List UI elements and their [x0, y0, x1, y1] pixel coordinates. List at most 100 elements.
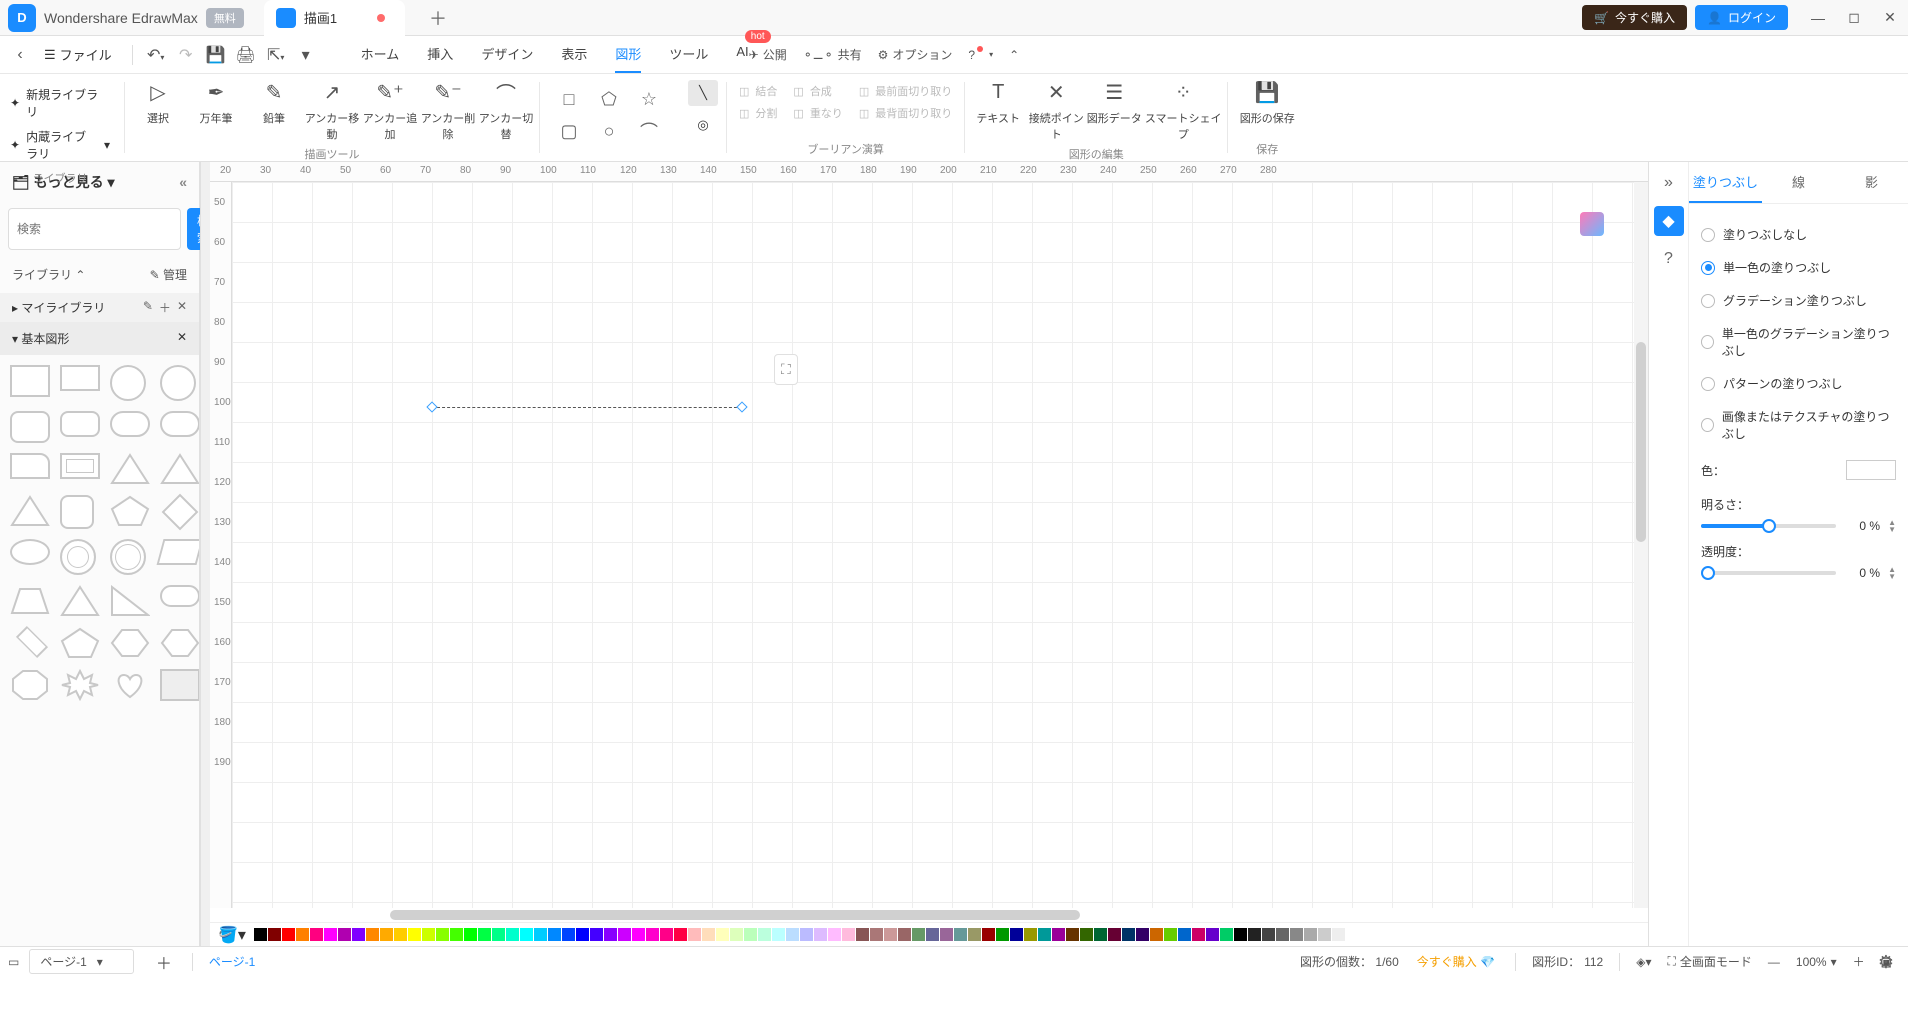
buy-link[interactable]: 今すぐ購入 💎 — [1417, 953, 1495, 970]
canvas-horizontal-scrollbar[interactable] — [210, 908, 1648, 922]
color-swatch[interactable] — [702, 928, 715, 941]
color-swatch[interactable] — [1178, 928, 1191, 941]
line-tab[interactable]: 線 — [1762, 162, 1835, 203]
color-swatch[interactable] — [422, 928, 435, 941]
shape-roundsquare-icon[interactable]: ▢ — [554, 118, 584, 144]
zoom-in-button[interactable]: ＋ — [1853, 953, 1865, 970]
color-swatch[interactable] — [632, 928, 645, 941]
settings-gear-icon[interactable]: ⚙ — [1878, 952, 1894, 973]
zoom-value[interactable]: 100%▾ — [1796, 955, 1837, 969]
canvas-vertical-scrollbar[interactable] — [1634, 182, 1648, 908]
palette-rrect2[interactable] — [60, 411, 100, 437]
buy-now-button[interactable]: 🛒 今すぐ購入 — [1582, 5, 1687, 30]
layers-button[interactable]: ◈▾ — [1636, 955, 1651, 969]
color-swatch[interactable] — [450, 928, 463, 941]
color-swatch[interactable] — [884, 928, 897, 941]
floating-toolbar[interactable]: ⛶ — [774, 354, 798, 385]
tool-pencil[interactable]: ✎鉛筆 — [245, 80, 303, 126]
dropdown-more-icon[interactable]: ▾ — [291, 45, 321, 65]
color-swatch[interactable] — [828, 928, 841, 941]
color-swatch[interactable] — [254, 928, 267, 941]
palette-burst[interactable] — [60, 669, 100, 701]
color-swatch[interactable] — [548, 928, 561, 941]
color-swatch[interactable] — [520, 928, 533, 941]
brightness-slider[interactable] — [1701, 524, 1836, 528]
color-swatch[interactable] — [506, 928, 519, 941]
shape-arc-icon[interactable]: ⌒ — [634, 118, 664, 144]
shape-star-icon[interactable]: ☆ — [634, 86, 664, 112]
basic-shapes-toggle[interactable]: ▾ 基本図形 — [12, 330, 69, 347]
color-swatch[interactable] — [898, 928, 911, 941]
color-swatch[interactable] — [646, 928, 659, 941]
canvas[interactable]: ⛶ — [232, 182, 1634, 908]
page-tab[interactable]: ページ-1 — [201, 953, 263, 970]
color-swatch[interactable] — [492, 928, 505, 941]
sidebar-scrollbar[interactable] — [200, 162, 210, 946]
palette-frame[interactable] — [60, 453, 100, 479]
redo-button[interactable]: ↷ — [171, 45, 201, 65]
color-swatch[interactable] — [282, 928, 295, 941]
color-swatch[interactable] — [1248, 928, 1261, 941]
color-swatch[interactable] — [842, 928, 855, 941]
shadow-tab[interactable]: 影 — [1835, 162, 1908, 203]
palette-pill2[interactable] — [160, 411, 199, 437]
shape-circle-icon[interactable]: ○ — [594, 118, 624, 144]
color-swatch[interactable] — [1234, 928, 1247, 941]
fill-option-image[interactable]: 画像またはテクスチャの塗りつぶし — [1701, 400, 1896, 450]
line-handle-end[interactable] — [736, 401, 747, 412]
collapse-right-icon[interactable]: » — [1654, 168, 1684, 198]
options-button[interactable]: ⚙ オプション — [878, 46, 953, 63]
color-swatch[interactable] — [1136, 928, 1149, 941]
color-swatch[interactable] — [870, 928, 883, 941]
tool-anchor-toggle[interactable]: ⌒アンカー切替 — [477, 80, 535, 142]
color-swatch[interactable] — [562, 928, 575, 941]
color-swatch[interactable] — [464, 928, 477, 941]
tool-shape-data[interactable]: ☰図形データ — [1085, 80, 1143, 126]
bool-intersect-button[interactable]: ◫ 重なり — [785, 102, 850, 124]
new-tab-button[interactable]: ＋ — [429, 5, 447, 31]
color-swatch[interactable] — [674, 928, 687, 941]
minimize-button[interactable]: — — [1800, 10, 1836, 26]
palette-snip[interactable] — [10, 453, 50, 479]
palette-donut[interactable] — [60, 539, 96, 575]
back-button[interactable]: ‹ — [8, 46, 32, 64]
color-swatch[interactable] — [758, 928, 771, 941]
bool-combine-button[interactable]: ◫ 合成 — [785, 80, 850, 102]
palette-tri3[interactable] — [10, 495, 50, 527]
color-swatch[interactable] — [716, 928, 729, 941]
page-layout-icon[interactable]: ▭ — [8, 955, 19, 969]
fill-tab-icon[interactable]: ◆ — [1654, 206, 1684, 236]
mylib-add-icon[interactable]: ＋ — [159, 299, 171, 316]
color-swatch[interactable] — [310, 928, 323, 941]
fill-option-pattern[interactable]: パターンの塗りつぶし — [1701, 367, 1896, 400]
color-swatch[interactable] — [394, 928, 407, 941]
color-swatch[interactable] — [324, 928, 337, 941]
color-swatch[interactable] — [772, 928, 785, 941]
tab-tool[interactable]: ツール — [669, 36, 708, 73]
opacity-slider[interactable] — [1701, 571, 1836, 575]
fill-option-gradient[interactable]: グラデーション塗りつぶし — [1701, 284, 1896, 317]
bool-union-button[interactable]: ◫ 結合 — [731, 80, 785, 102]
drawn-line-shape[interactable] — [432, 407, 742, 408]
color-swatch[interactable] — [1150, 928, 1163, 941]
color-swatch[interactable] — [408, 928, 421, 941]
color-swatch[interactable] — [1024, 928, 1037, 941]
color-swatch[interactable] — [730, 928, 743, 941]
color-swatch[interactable] — [996, 928, 1009, 941]
palette-circle2[interactable] — [160, 365, 196, 401]
export-button[interactable]: ⇱▾ — [261, 45, 291, 65]
color-swatch[interactable] — [926, 928, 939, 941]
tab-insert[interactable]: 挿入 — [427, 36, 453, 73]
color-swatch[interactable] — [604, 928, 617, 941]
color-swatch[interactable] — [982, 928, 995, 941]
color-swatch[interactable] — [1038, 928, 1051, 941]
print-button[interactable]: 🖨 — [231, 45, 261, 65]
login-button[interactable]: 👤 ログイン — [1695, 5, 1788, 30]
palette-rect[interactable] — [60, 365, 100, 391]
document-tab[interactable]: 描画1 — [264, 0, 405, 36]
color-swatch[interactable] — [352, 928, 365, 941]
tab-design[interactable]: デザイン — [481, 36, 533, 73]
tool-save-shape[interactable]: 💾図形の保存 — [1232, 80, 1302, 126]
color-swatch[interactable] — [1122, 928, 1135, 941]
fill-option-solid-gradient[interactable]: 単一色のグラデーション塗りつぶし — [1701, 317, 1896, 367]
